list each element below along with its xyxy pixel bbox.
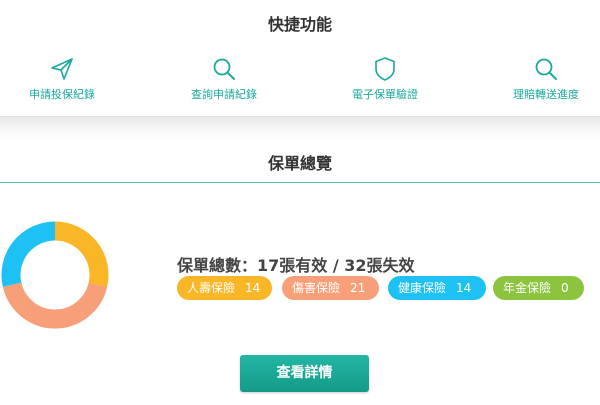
title-underline <box>0 182 600 183</box>
quick-item-apply-records[interactable]: 申請投保紀錄 <box>0 56 132 102</box>
quick-item-claim-progress[interactable]: 理賠轉送進度 <box>476 56 600 102</box>
badge-label: 健康保險 <box>398 281 447 295</box>
policy-donut-chart <box>1 221 109 329</box>
badge-accident-insurance[interactable]: 傷害保險 21 <box>282 276 379 300</box>
badge-count: 14 <box>456 281 472 295</box>
donut-slice-2 <box>1 221 56 287</box>
quick-item-label: 申請投保紀錄 <box>29 88 95 101</box>
section-divider <box>0 116 600 139</box>
policy-overview-title: 保單總覽 <box>267 154 332 173</box>
quick-functions-title: 快捷功能 <box>267 15 332 34</box>
badge-label: 傷害保險 <box>292 281 341 295</box>
badge-annuity-insurance[interactable]: 年金保險 0 <box>493 276 584 300</box>
badge-life-insurance[interactable]: 人壽保險 14 <box>177 276 272 300</box>
donut-slice-1 <box>2 282 108 329</box>
quick-functions-bar: 申請投保紀錄 查詢申請紀錄 電子保單驗證 理賠轉送進度 <box>0 56 600 106</box>
donut-slice-0 <box>54 221 109 287</box>
view-details-button[interactable]: 查看詳情 <box>240 355 369 392</box>
badge-count: 14 <box>245 281 261 295</box>
quick-item-query-records[interactable]: 查詢申請紀錄 <box>154 56 294 102</box>
badge-count: 0 <box>561 281 569 295</box>
quick-item-label: 電子保單驗證 <box>352 88 418 101</box>
shield-icon <box>375 57 395 81</box>
badge-label: 年金保險 <box>503 281 552 295</box>
quick-item-e-policy-verify[interactable]: 電子保單驗證 <box>315 56 455 102</box>
quick-item-label: 理賠轉送進度 <box>513 88 579 101</box>
badge-health-insurance[interactable]: 健康保險 14 <box>388 276 486 300</box>
badge-count: 21 <box>350 281 366 295</box>
search-icon <box>213 58 235 80</box>
policy-summary: 保單總數：17張有效 / 32張失效 <box>177 256 415 275</box>
send-icon <box>51 58 73 80</box>
quick-item-label: 查詢申請紀錄 <box>191 88 257 101</box>
search-icon <box>535 58 557 80</box>
badge-label: 人壽保險 <box>187 281 236 295</box>
